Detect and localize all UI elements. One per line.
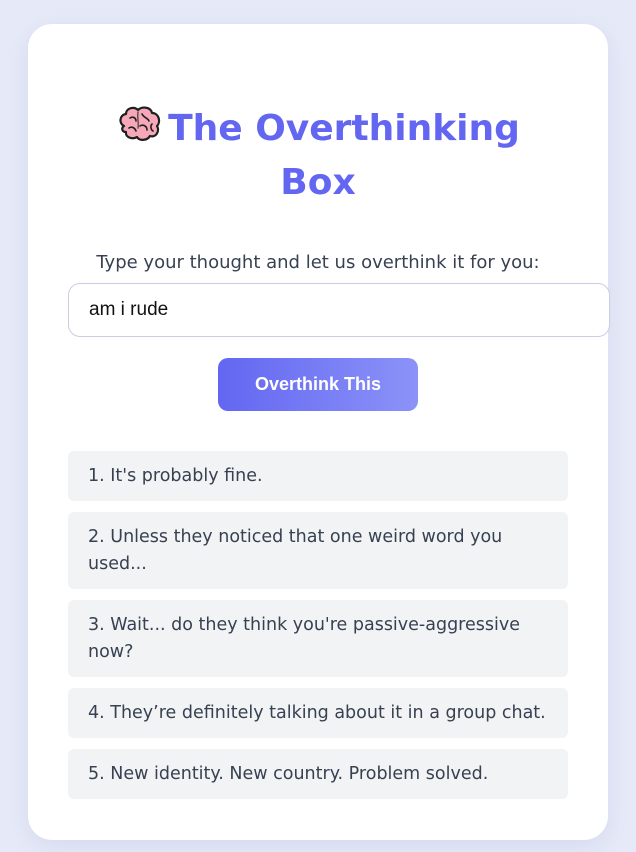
brain-icon	[116, 104, 162, 144]
title-line-2: Box	[280, 162, 356, 203]
results-list: 1. It's probably fine. 2. Unless they no…	[68, 451, 568, 810]
result-item: 1. It's probably fine.	[68, 451, 568, 501]
title-line-1: The Overthinking	[28, 102, 608, 156]
overthinking-card: The Overthinking Box Type your thought a…	[28, 24, 610, 840]
result-item: 2. Unless they noticed that one weird wo…	[68, 512, 568, 589]
result-item: 5. New identity. New country. Problem so…	[68, 749, 568, 799]
subtitle: Type your thought and let us overthink i…	[96, 252, 540, 273]
result-item: 4. They’re definitely talking about it i…	[68, 688, 568, 738]
page-title: The Overthinking Box	[28, 102, 608, 210]
title-text-1: The Overthinking	[168, 108, 520, 149]
overthink-button[interactable]: Overthink This	[218, 358, 418, 411]
thought-input[interactable]	[68, 283, 610, 337]
result-item: 3. Wait... do they think you're passive-…	[68, 600, 568, 677]
